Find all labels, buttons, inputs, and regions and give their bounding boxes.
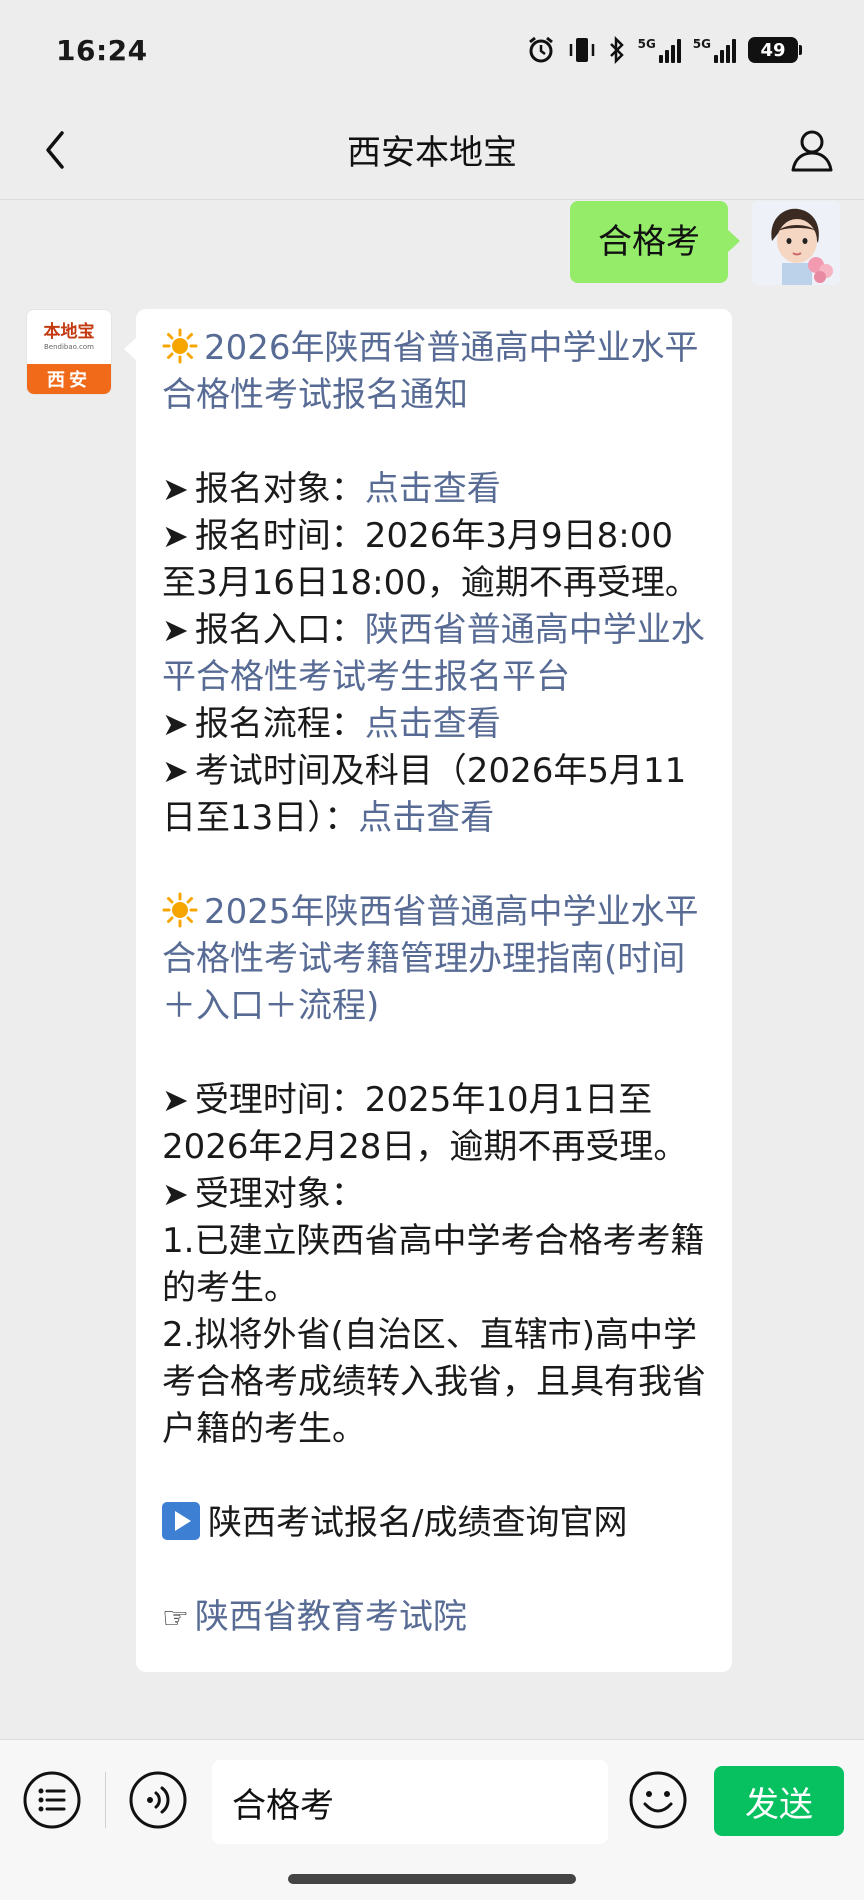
sun-icon [162, 892, 198, 928]
item-label: 报名流程： [194, 704, 365, 744]
exam-institute-line: ☞ 陕西省教育考试院 [162, 1594, 706, 1642]
item-label: 受理时间：2025年10月1日至2026年2月28日，逾期不再受理。 [162, 1080, 688, 1167]
s2-list-item: 2.拟将外省(自治区、直辖市)高中学考合格考成绩转入我省，且具有我省户籍的考生。 [162, 1315, 706, 1449]
arrow-icon: ➤ [162, 517, 189, 555]
avatar-city: 西安 [27, 364, 111, 394]
back-button[interactable] [30, 125, 80, 175]
s1-item-entry: ➤ 报名入口：陕西省普通高中学业水平合格性考试考生报名平台 [162, 607, 706, 701]
item-label: 报名时间：2026年3月9日8:00至3月16日18:00，逾期不再受理。 [162, 516, 699, 603]
official-site-label: 陕西考试报名/成绩查询官网 [208, 1503, 628, 1543]
vibrate-icon [568, 35, 596, 65]
sun-icon [162, 328, 198, 364]
reply-bubble: 2026年陕西省普通高中学业水平合格性考试报名通知 ➤ 报名对象：点击查看 ➤ 报名… [124, 309, 732, 1672]
view-link[interactable]: 点击查看 [365, 704, 501, 744]
chevron-left-icon [46, 131, 64, 169]
list-icon [23, 1771, 81, 1829]
signal-2-icon: 5G [693, 37, 736, 63]
exam-institute-link[interactable]: 陕西省教育考试院 [195, 1597, 467, 1637]
item-label: 受理对象： [194, 1174, 365, 1214]
s1-item-object: ➤ 报名对象：点击查看 [162, 466, 706, 513]
s1-item-schedule: ➤ 考试时间及科目（2026年5月11日至13日）：点击查看 [162, 748, 706, 842]
bluetooth-icon [608, 36, 626, 64]
page-title: 西安本地宝 [347, 133, 517, 173]
emoji-icon [629, 1771, 687, 1829]
section-2-title-link[interactable]: 2025年陕西省普通高中学业水平合格性考试考籍管理办理指南(时间＋入口＋流程) [162, 892, 699, 1026]
outgoing-bubble[interactable]: 合格考 [570, 201, 740, 283]
avatar-brand: 本地宝 [43, 321, 95, 342]
send-button[interactable]: 发送 [714, 1766, 844, 1836]
arrow-icon: ➤ [162, 1081, 189, 1119]
signal-1-icon: 5G [638, 37, 681, 63]
section-1-title-link[interactable]: 2026年陕西省普通高中学业水平合格性考试报名通知 [162, 328, 699, 415]
view-link[interactable]: 点击查看 [358, 798, 494, 838]
battery-icon: 49 [748, 37, 802, 63]
outgoing-message: 合格考 [570, 201, 840, 285]
voice-icon [129, 1771, 187, 1829]
status-icons: 5G 5G 49 [526, 35, 802, 65]
user-avatar[interactable] [752, 201, 840, 285]
arrow-icon: ➤ [162, 1175, 189, 1213]
arrow-icon: ➤ [162, 752, 189, 790]
s1-item-process: ➤ 报名流程：点击查看 [162, 701, 706, 748]
section-2-title-line: 2025年陕西省普通高中学业水平合格性考试考籍管理办理指南(时间＋入口＋流程) [162, 889, 706, 1030]
section-1-title-line: 2026年陕西省普通高中学业水平合格性考试报名通知 [162, 325, 706, 419]
arrow-icon: ➤ [162, 611, 189, 649]
arrow-icon: ➤ [162, 470, 189, 508]
s2-item-object: ➤ 受理对象： [162, 1171, 706, 1218]
person-icon [791, 130, 833, 172]
menu-button[interactable] [22, 1770, 82, 1830]
arrow-icon: ➤ [162, 705, 189, 743]
play-icon [162, 1502, 200, 1540]
bendibao-avatar[interactable]: 本地宝 Bendibao.com 西安 [26, 309, 112, 395]
official-site-line: 陕西考试报名/成绩查询官网 [162, 1500, 706, 1547]
emoji-button[interactable] [628, 1770, 688, 1830]
home-indicator[interactable] [288, 1874, 576, 1884]
profile-button[interactable] [784, 122, 840, 178]
item-label: 报名对象： [194, 469, 365, 509]
chat-area[interactable]: 合格考 本地宝 Bendibao.com 西安 2026年陕西省普通高中学业水平… [0, 201, 864, 1739]
view-link[interactable]: 点击查看 [365, 469, 501, 509]
s2-item-time: ➤ 受理时间：2025年10月1日至2026年2月28日，逾期不再受理。 [162, 1077, 706, 1171]
status-time: 16:24 [56, 33, 148, 67]
input-divider [105, 1772, 106, 1828]
item-label: 报名入口： [194, 610, 365, 650]
status-bar: 16:24 5G 5G 49 [0, 0, 864, 100]
incoming-message: 本地宝 Bendibao.com 西安 2026年陕西省普通高中学业水平合格性考… [26, 309, 732, 1672]
alarm-icon [526, 35, 556, 65]
s1-item-time: ➤ 报名时间：2026年3月9日8:00至3月16日18:00，逾期不再受理。 [162, 513, 706, 607]
voice-button[interactable] [128, 1770, 188, 1830]
message-input[interactable]: 合格考 [212, 1760, 608, 1844]
nav-bar: 西安本地宝 [0, 100, 864, 200]
avatar-url: Bendibao.com [43, 342, 94, 351]
s2-list-item: 1.已建立陕西省高中学考合格考考籍的考生。 [162, 1221, 705, 1308]
pointing-hand-icon: ☞ [162, 1601, 189, 1636]
